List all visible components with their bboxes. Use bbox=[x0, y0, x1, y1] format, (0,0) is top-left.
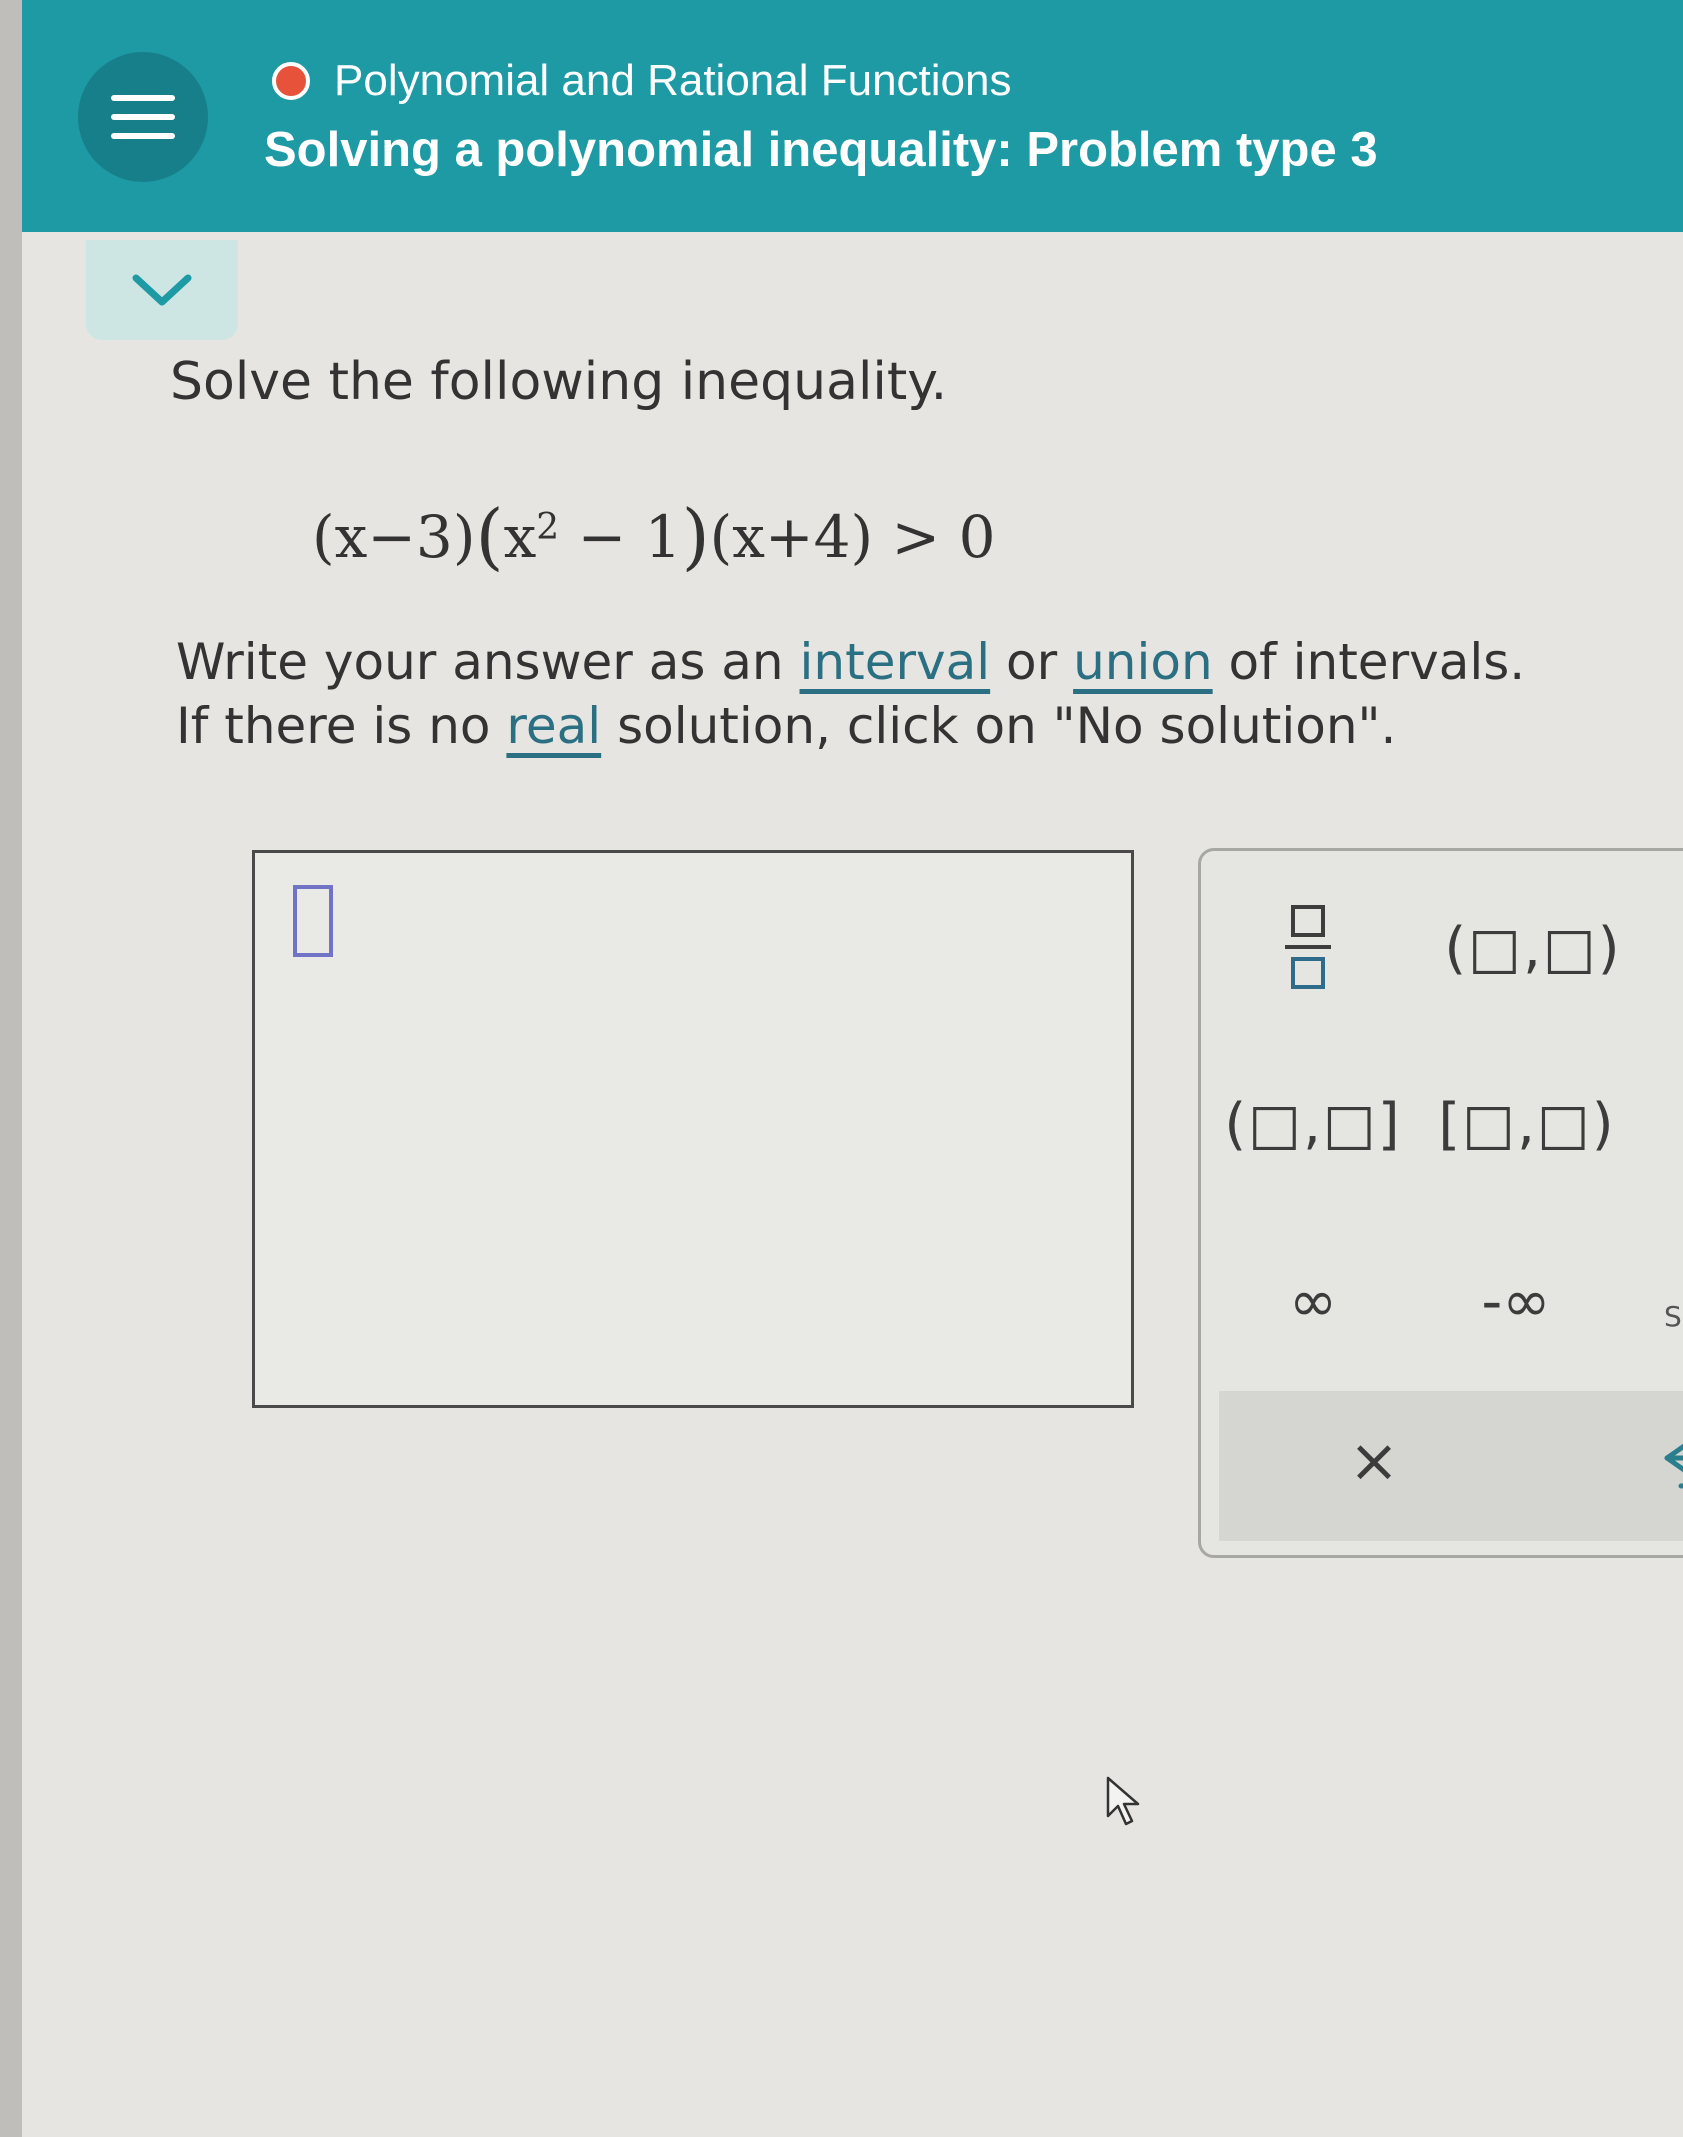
directions-line-2: If there is no real solution, click on "… bbox=[176, 694, 1525, 758]
math-keypad: (□,□) (□,□] [□,□) ∞ -∞ × bbox=[1198, 848, 1683, 1558]
hamburger-menu-icon-bar bbox=[111, 114, 175, 120]
hamburger-menu-button[interactable] bbox=[78, 52, 208, 182]
directions-line-1: Write your answer as an interval or unio… bbox=[176, 630, 1525, 694]
half-open-right-interval-key[interactable]: (□,□] bbox=[1223, 1079, 1403, 1169]
keypad-action-bar bbox=[1219, 1391, 1683, 1541]
equation-factor-2-rest: − 1 bbox=[559, 503, 682, 571]
clear-key[interactable]: × bbox=[1329, 1411, 1419, 1511]
hamburger-menu-icon-bar bbox=[111, 133, 175, 139]
equation-factor-3: (x+4) bbox=[709, 503, 874, 571]
problem-instruction: Solve the following inequality. bbox=[170, 352, 948, 412]
topic-row: Polynomial and Rational Functions bbox=[272, 56, 1012, 106]
open-interval-key[interactable]: (□,□) bbox=[1443, 903, 1623, 993]
answer-placeholder-box[interactable] bbox=[293, 885, 333, 957]
topic-status-dot-icon bbox=[272, 62, 310, 100]
side-label-partial: S bbox=[1664, 1300, 1682, 1333]
answer-input-area[interactable] bbox=[252, 850, 1134, 1408]
collapse-toggle-button[interactable] bbox=[86, 240, 238, 340]
infinity-key[interactable]: ∞ bbox=[1263, 1263, 1363, 1339]
directions-text: or bbox=[990, 633, 1074, 691]
equation-exponent: 2 bbox=[536, 507, 560, 548]
screen-bezel bbox=[0, 0, 22, 2137]
equation-base: x bbox=[503, 503, 537, 571]
fraction-key[interactable] bbox=[1263, 887, 1353, 1007]
undo-arrow-icon bbox=[1664, 1443, 1683, 1489]
directions-text: solution, click on "No solution". bbox=[601, 697, 1397, 755]
answer-directions: Write your answer as an interval or unio… bbox=[176, 630, 1525, 758]
directions-text: If there is no bbox=[176, 697, 507, 755]
equation-relation: > 0 bbox=[873, 503, 996, 571]
half-open-left-interval-key[interactable]: [□,□) bbox=[1437, 1079, 1617, 1169]
directions-text: of intervals. bbox=[1212, 633, 1526, 691]
hamburger-menu-icon bbox=[111, 95, 175, 101]
real-link[interactable]: real bbox=[506, 697, 601, 755]
chevron-down-icon bbox=[132, 274, 192, 306]
topic-title: Polynomial and Rational Functions bbox=[334, 56, 1012, 105]
denominator-box-icon bbox=[1291, 957, 1325, 989]
equation-paren-open: ( bbox=[475, 494, 504, 578]
inequality-equation: (x−3)(x2 − 1)(x+4) > 0 bbox=[312, 490, 996, 578]
mouse-pointer-icon bbox=[1106, 1776, 1140, 1826]
fraction-bar-icon bbox=[1285, 945, 1331, 949]
equation-paren-close: ) bbox=[681, 494, 710, 578]
interval-link[interactable]: interval bbox=[800, 633, 991, 691]
directions-text: Write your answer as an bbox=[176, 633, 800, 691]
union-link[interactable]: union bbox=[1073, 633, 1213, 691]
equation-factor-1: (x−3) bbox=[312, 503, 476, 571]
numerator-box-icon bbox=[1291, 905, 1325, 937]
page-title: Solving a polynomial inequality: Problem… bbox=[264, 123, 1378, 177]
lesson-header bbox=[22, 0, 1683, 232]
undo-button[interactable] bbox=[1649, 1421, 1683, 1511]
negative-infinity-key[interactable]: -∞ bbox=[1451, 1263, 1581, 1339]
